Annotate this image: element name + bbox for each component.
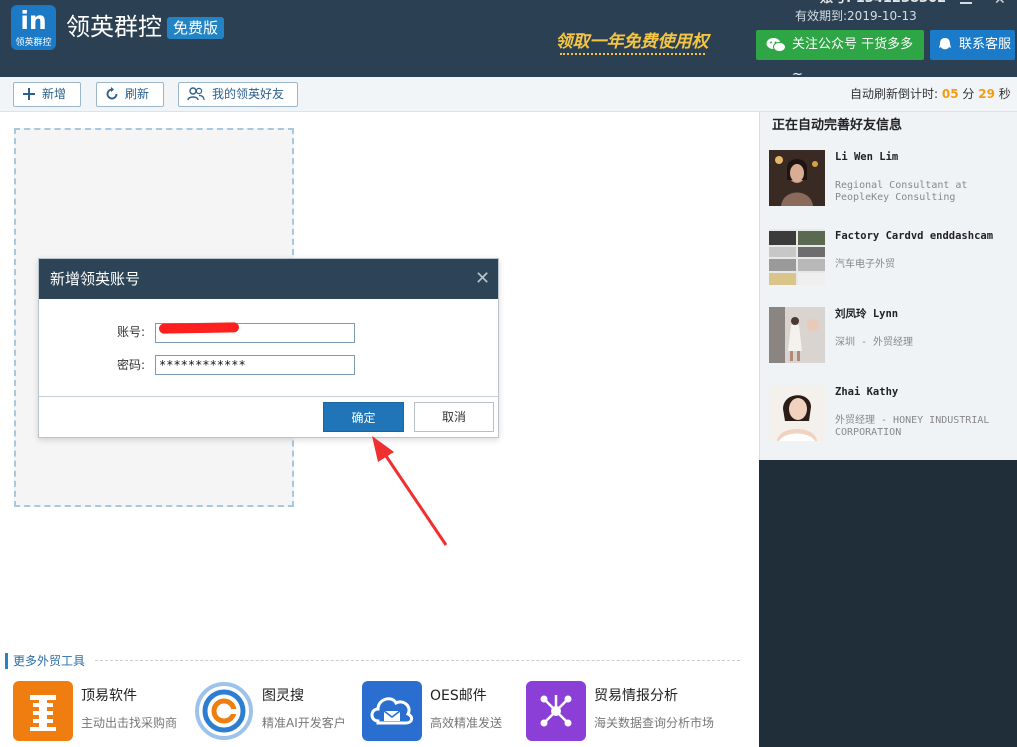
tool-desc: 高效精准发送 [430,716,503,730]
minimize-icon[interactable] [960,0,972,4]
follow-wechat-button[interactable]: 关注公众号 干货多多~ [756,30,924,82]
avatar [769,229,825,285]
wechat-icon [766,38,786,53]
tool-name: 贸易情报分析 [594,688,678,704]
tool-name: 顶易软件 [81,688,137,704]
tool-desc: 海关数据查询分析市场 [594,716,715,730]
password-input[interactable]: ************ [155,355,355,375]
dialog-title: 新增领英账号 [50,270,141,288]
expire-date: 有效期到:2019-10-13 [795,9,917,23]
service-button-label: 联系客服 [959,37,1012,52]
dialog-header: 新增领英账号 [39,259,498,299]
countdown-prefix: 自动刷新倒计时: [850,87,939,101]
friend-desc: 外贸经理 - HONEY INDUSTRIAL CORPORATION [835,415,990,438]
edition-badge: 免费版 [167,17,225,39]
confirm-button[interactable]: 确定 [323,402,404,432]
friend-panel-title: 正在自动完善好友信息 [772,118,903,133]
right-panel-background [759,460,1017,747]
refresh-icon [106,87,118,100]
friend-item[interactable]: Zhai Kathy 外贸经理 - HONEY INDUSTRIAL CORPO… [769,385,1014,445]
friend-desc: 深圳 - 外贸经理 [835,337,914,348]
password-label: 密码: [116,358,145,372]
plus-icon [23,88,35,100]
friend-info-panel: 正在自动完善好友信息 Li Wen Lim Regional Consultan… [759,112,1017,460]
tool-dingyi[interactable]: 顶易软件 主动出击找采购商 [13,681,178,741]
trade-intel-icon [526,681,586,741]
app-logo: in 领英群控 [11,5,56,50]
countdown-minutes: 05 [941,87,959,101]
service-icon [939,38,951,50]
app-title: 领英群控 [66,13,162,41]
friend-desc: Regional Consultant at PeopleKey Consult… [835,180,968,203]
friend-item[interactable]: 刘凤玲 Lynn 深圳 - 外贸经理 [769,307,1014,367]
tulingsou-icon [194,681,254,741]
friend-item[interactable]: Li Wen Lim Regional Consultant at People… [769,150,1014,210]
account-id: 账号: 1341238302 [820,0,946,6]
tool-name: OES邮件 [430,688,487,704]
tool-trade-intel[interactable]: 贸易情报分析 海关数据查询分析市场 [526,681,714,741]
refresh-countdown: 自动刷新倒计时: 05 分 29 秒 [850,86,1011,102]
my-friends-button[interactable]: 我的领英好友 [178,82,298,107]
friend-desc: 汽车电子外贸 [835,259,895,270]
friend-item[interactable]: Factory Cardvd enddashcam 汽车电子外贸 [769,229,1014,289]
tool-tulingsou[interactable]: 图灵搜 精准AI开发客户 [194,681,359,741]
promo-underline [560,53,705,57]
countdown-minutes-unit: 分 [962,87,975,101]
logo-mark: in [20,6,47,35]
add-account-dialog: 新增领英账号 ✕ 账号: 密码: ************ 确定 取消 [38,258,499,438]
promo-text: 领取一年免费使用权 [555,32,709,52]
dingyi-icon [13,681,73,741]
add-button[interactable]: 新增 [13,82,81,107]
cancel-button[interactable]: 取消 [414,402,494,432]
redaction-mark [158,322,240,334]
my-friends-label: 我的领英好友 [212,87,285,101]
logo-caption: 领英群控 [15,38,52,48]
friend-name: Zhai Kathy [835,386,899,398]
account-label: 账号: [116,325,145,339]
more-tools-divider [95,660,740,661]
oes-mail-icon [362,681,422,741]
app-header: in 领英群控 领英群控 免费版 账号: 1341238302 有效期到:201… [0,0,1017,82]
avatar [769,385,825,441]
tool-oes-mail[interactable]: OES邮件 高效精准发送 [362,681,527,741]
countdown-seconds-unit: 秒 [998,87,1011,101]
friend-name: Li Wen Lim [835,151,899,163]
refresh-button[interactable]: 刷新 [96,82,164,107]
friend-name: Factory Cardvd enddashcam [835,230,994,242]
contact-service-button[interactable]: 联系客服 [930,30,1015,60]
avatar [769,150,825,206]
close-icon[interactable]: ✕ [475,270,490,288]
friend-name: 刘凤玲 Lynn [835,308,899,320]
tool-name: 图灵搜 [262,688,304,704]
refresh-button-label: 刷新 [125,87,150,101]
tool-desc: 主动出击找采购商 [81,716,178,730]
countdown-seconds: 29 [978,87,995,101]
window-close-icon[interactable]: ✕ [994,0,1006,7]
annotation-arrow [372,436,448,546]
tool-desc: 精准AI开发客户 [262,716,346,730]
more-tools-title: 更多外贸工具 [5,653,85,669]
add-button-label: 新增 [42,87,67,101]
users-icon [187,87,205,101]
avatar [769,307,825,363]
